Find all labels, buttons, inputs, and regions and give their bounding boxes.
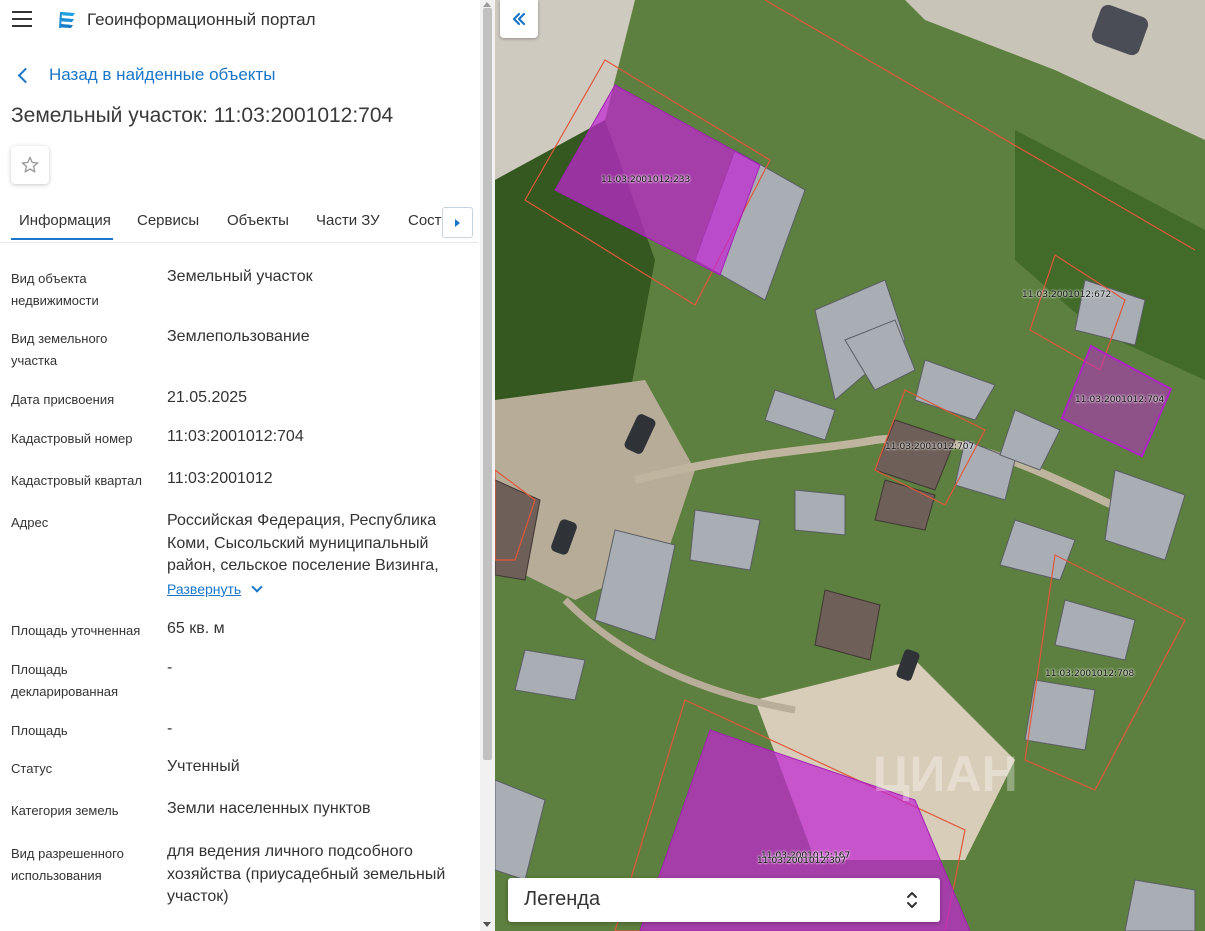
- prop-value-permitted-use: для ведения личного подсобного хозяйства…: [167, 843, 446, 905]
- prop-label-cadastral-number: Кадастровый номер: [11, 431, 133, 446]
- prop-label-permitted-use: Вид разрешенного использования: [11, 846, 124, 883]
- menu-icon[interactable]: [12, 11, 34, 29]
- tabs-scroll-right-button[interactable]: [442, 207, 473, 238]
- prop-label-address: Адрес: [11, 515, 49, 530]
- unfold-icon[interactable]: [905, 889, 919, 911]
- star-icon: [21, 156, 39, 173]
- chevron-down-icon: [251, 581, 263, 593]
- back-to-results-link[interactable]: Назад в найденные объекты: [14, 63, 275, 87]
- prop-label-area-refined: Площадь уточненная: [11, 623, 141, 638]
- back-link-label: Назад в найденные объекты: [49, 65, 276, 84]
- prop-value-cadastral-quarter: 11:03:2001012: [167, 470, 273, 487]
- expand-label: Развернуть: [167, 581, 242, 597]
- parcel-label: 11:03:2001012:704: [1075, 395, 1165, 405]
- prop-value-object-type: Земельный участок: [167, 268, 313, 285]
- tab-parts[interactable]: Части ЗУ: [316, 212, 380, 229]
- active-tab-indicator: [11, 238, 113, 240]
- app-header: Геоинформационный портал: [0, 0, 480, 40]
- prop-label-area-declared: Площадь декларированная: [11, 662, 119, 699]
- prop-value-land-category: Земли населенных пунктов: [167, 800, 371, 817]
- chevron-left-icon: [17, 67, 34, 83]
- prop-label-land-category: Категория земель: [11, 803, 119, 818]
- prop-label-area: Площадь: [11, 723, 68, 738]
- prop-label-assigned-date: Дата присвоения: [11, 392, 115, 407]
- expand-address-link[interactable]: Развернуть: [167, 581, 263, 597]
- legend-panel[interactable]: Легенда: [508, 878, 940, 922]
- favorite-button[interactable]: [11, 146, 49, 184]
- prop-value-area: -: [167, 720, 173, 737]
- prop-label-cadastral-quarter: Кадастровый квартал: [11, 473, 142, 488]
- double-chevron-left-icon: [512, 12, 526, 26]
- app-title: Геоинформационный портал: [87, 10, 316, 29]
- legend-label: Легенда: [524, 888, 601, 910]
- tab-services[interactable]: Сервисы: [137, 212, 199, 229]
- parcel-label: 11:03:2001012:233: [601, 175, 691, 185]
- tab-information[interactable]: Информация: [19, 212, 111, 229]
- scroll-down-arrow-icon[interactable]: [483, 922, 491, 927]
- caret-right-icon: [455, 218, 460, 227]
- page-title: Земельный участок: 11:03:2001012:704: [11, 104, 394, 127]
- scrollbar-thumb[interactable]: [483, 8, 492, 760]
- panel-scrollbar[interactable]: [480, 0, 495, 931]
- tab-objects[interactable]: Объекты: [227, 212, 289, 229]
- parcel-label: 11:03:2001012:672: [1022, 290, 1112, 300]
- scroll-up-arrow-icon[interactable]: [483, 2, 491, 7]
- parcel-label: 11:03:2001012:307: [757, 856, 847, 866]
- parcel-label: 11:03:2001012:708: [1045, 669, 1135, 679]
- info-panel: Геоинформационный портал Назад в найденн…: [0, 0, 480, 931]
- prop-value-assigned-date: 21.05.2025: [167, 389, 248, 406]
- prop-value-area-refined: 65 кв. м: [167, 620, 225, 637]
- prop-label-status: Статус: [11, 761, 53, 776]
- tab-bar: Информация Сервисы Объекты Части ЗУ Сост…: [0, 198, 478, 243]
- prop-value-cadastral-number: 11:03:2001012:704: [167, 428, 304, 445]
- prop-value-address: Российская Федерация, Республика Коми, С…: [167, 512, 439, 574]
- prop-label-parcel-type: Вид земельного участка: [11, 331, 108, 368]
- prop-label-object-type: Вид объекта недвижимости: [11, 271, 99, 308]
- watermark: ЦИАН: [873, 746, 1018, 802]
- prop-value-parcel-type: Землепользование: [167, 328, 310, 345]
- map-view[interactable]: 11:03:2001012:233 11:03:2001012:672 11:0…: [495, 0, 1205, 931]
- prop-value-area-declared: -: [167, 659, 173, 676]
- portal-logo-icon: [59, 12, 75, 28]
- prop-value-status: Учтенный: [167, 758, 240, 775]
- satellite-imagery: [495, 0, 1205, 931]
- collapse-panel-button[interactable]: [500, 0, 538, 38]
- parcel-label: 11:03:2001012:707: [885, 442, 975, 452]
